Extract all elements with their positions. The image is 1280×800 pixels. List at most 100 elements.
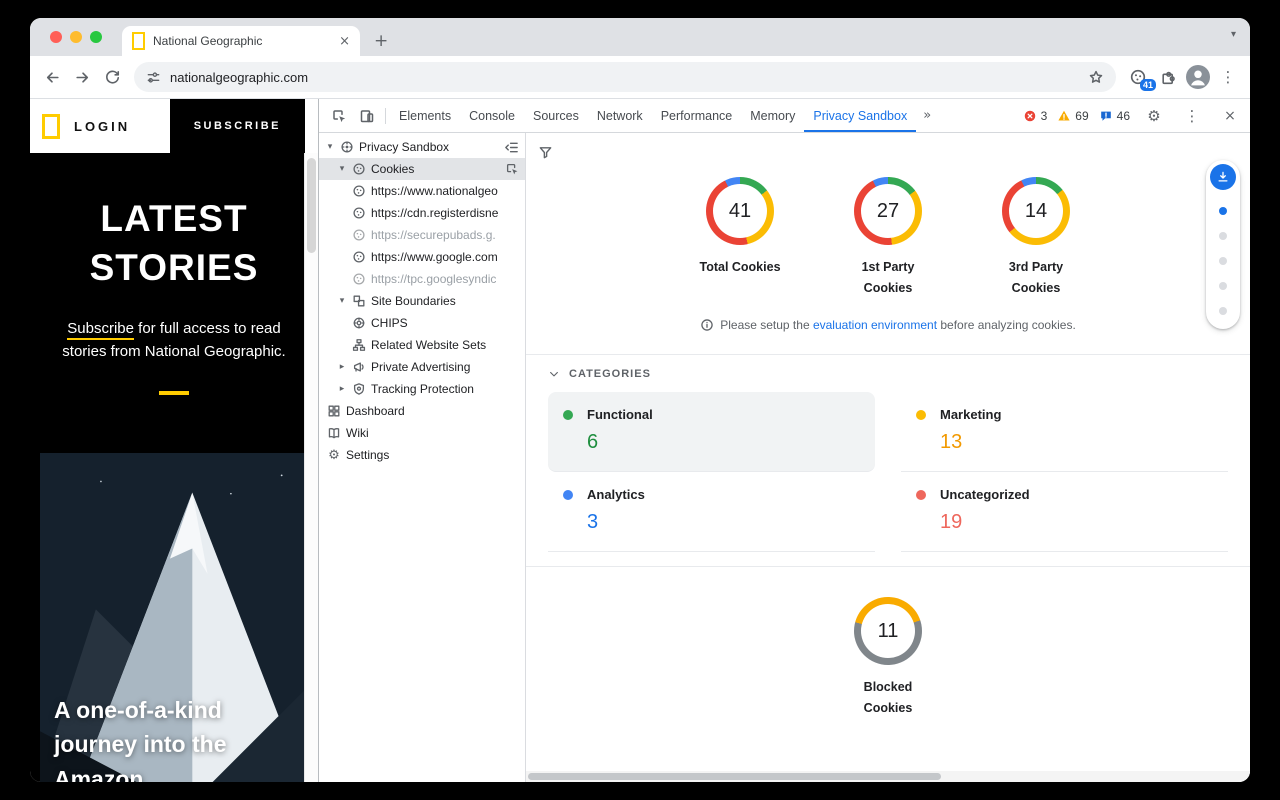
caret-down-icon[interactable]: ▾ [337, 164, 347, 174]
close-window-button[interactable] [50, 31, 62, 43]
categories-grid: Functional 6 Marketing 13 [526, 388, 1250, 552]
tab-console[interactable]: Console [460, 100, 524, 132]
devtools-settings-button[interactable]: ⚙ [1140, 103, 1168, 129]
subscribe-text-link[interactable]: Subscribe [67, 320, 134, 340]
sidebar-item-privacy-sandbox[interactable]: ▾ Privacy Sandbox [319, 136, 525, 158]
caret-right-icon[interactable]: ▸ [337, 362, 347, 372]
filter-funnel-icon[interactable] [538, 145, 553, 160]
sidebar-item-cookie-origin[interactable]: https://securepubads.g. [319, 224, 525, 246]
subscribe-button[interactable]: SUBSCRIBE [170, 99, 305, 153]
devtools-close-button[interactable]: × [1216, 103, 1244, 129]
categories-header[interactable]: CATEGORIES [526, 355, 1250, 388]
more-tabs-button[interactable]: » [916, 108, 938, 123]
login-link[interactable]: LOGIN [74, 119, 130, 134]
category-uncategorized[interactable]: Uncategorized 19 [901, 472, 1228, 552]
sidebar-item-cookie-origin[interactable]: https://cdn.registerdisne [319, 202, 525, 224]
tab-close-icon[interactable]: × [339, 34, 350, 49]
evaluation-environment-link[interactable]: evaluation environment [813, 318, 937, 332]
categories-section: CATEGORIES Functional 6 [526, 354, 1250, 552]
category-count: 13 [940, 431, 1213, 454]
tab-elements[interactable]: Elements [390, 100, 460, 132]
tab-memory[interactable]: Memory [741, 100, 804, 132]
device-toolbar-button[interactable] [353, 103, 381, 129]
sidebar-item-tracking-protection[interactable]: ▸ Tracking Protection [319, 378, 525, 400]
sidebar-item-cookie-origin[interactable]: https://www.google.com [319, 246, 525, 268]
reload-button[interactable] [98, 63, 126, 91]
warning-counter[interactable]: 69 [1057, 109, 1088, 123]
error-icon [1023, 109, 1037, 123]
rail-step-dot[interactable] [1219, 232, 1227, 240]
address-bar[interactable]: nationalgeographic.com [134, 62, 1116, 92]
sidebar-item-related-website-sets[interactable]: Related Website Sets [319, 334, 525, 356]
extensions-button[interactable] [1154, 63, 1182, 91]
devtools-body: ▾ Privacy Sandbox ▾ Cookies [319, 133, 1250, 782]
bookmark-star-icon[interactable] [1088, 69, 1104, 85]
issues-count: 46 [1117, 109, 1130, 123]
rail-step-dot[interactable] [1219, 257, 1227, 265]
browser-tab[interactable]: National Geographic × [122, 26, 360, 56]
sidebar-item-chips[interactable]: CHIPS [319, 312, 525, 334]
sidebar-item-settings[interactable]: ⚙ Settings [319, 444, 525, 466]
rail-step-dot[interactable] [1219, 307, 1227, 315]
rail-step-dot-active[interactable] [1219, 207, 1227, 215]
sidebar-item-dashboard[interactable]: Dashboard [319, 400, 525, 422]
caret-down-icon[interactable]: ▾ [337, 296, 347, 306]
horizontal-scrollbar-thumb[interactable] [528, 773, 941, 780]
inspect-frame-button[interactable] [505, 162, 525, 176]
tab-strip: National Geographic × + ▾ [30, 18, 1250, 56]
tab-strip-chevron-icon[interactable]: ▾ [1231, 29, 1236, 40]
privacy-extension-button[interactable]: 41 [1124, 63, 1152, 91]
issues-counter[interactable]: 46 [1099, 109, 1130, 123]
third-party-cookies-value: 14 [1009, 184, 1063, 238]
devtools-panel: Elements Console Sources Network Perform… [318, 99, 1250, 782]
warning-icon [1057, 109, 1071, 123]
zoom-window-button[interactable] [90, 31, 102, 43]
horizontal-scrollbar[interactable] [526, 771, 1250, 782]
error-counter[interactable]: 3 [1023, 109, 1048, 123]
inspect-element-button[interactable] [325, 103, 353, 129]
profile-button[interactable] [1184, 63, 1212, 91]
rail-step-dot[interactable] [1219, 282, 1227, 290]
browser-menu-button[interactable]: ⋮ [1214, 63, 1242, 91]
sidebar-item-cookie-origin[interactable]: https://tpc.googlesyndic [319, 268, 525, 290]
sidebar-item-cookies[interactable]: ▾ Cookies [319, 158, 525, 180]
page-scrollbar-thumb[interactable] [307, 158, 316, 253]
analytics-dot-icon [563, 490, 573, 500]
sidebar-item-wiki[interactable]: Wiki [319, 422, 525, 444]
minimize-window-button[interactable] [70, 31, 82, 43]
tab-sources[interactable]: Sources [524, 100, 588, 132]
collapse-sidebar-button[interactable] [504, 140, 525, 155]
caret-down-icon[interactable]: ▾ [325, 142, 335, 152]
blocked-cookies-label: Blocked Cookies [841, 677, 935, 718]
third-party-cookies-summary: 14 3rd Party Cookies [989, 177, 1083, 298]
tab-privacy-sandbox[interactable]: Privacy Sandbox [804, 100, 916, 132]
browser-toolbar: nationalgeographic.com 41 ⋮ [30, 56, 1250, 99]
sidebar-label: https://cdn.registerdisne [371, 206, 498, 220]
sidebar-item-cookie-origin[interactable]: https://www.nationalgeo [319, 180, 525, 202]
category-marketing[interactable]: Marketing 13 [901, 392, 1228, 472]
natgeo-logo[interactable] [42, 114, 60, 139]
shield-icon [352, 382, 366, 396]
new-tab-button[interactable]: + [374, 33, 388, 50]
tab-performance[interactable]: Performance [652, 100, 742, 132]
back-button[interactable] [38, 63, 66, 91]
forward-button[interactable] [68, 63, 96, 91]
dashboard-grid-icon [327, 404, 341, 418]
collapse-panel-icon [504, 140, 519, 155]
devtools-menu-button[interactable]: ⋮ [1178, 103, 1206, 129]
sidebar-item-private-advertising[interactable]: ▸ Private Advertising [319, 356, 525, 378]
site-settings-tune-icon[interactable] [146, 70, 161, 85]
category-functional[interactable]: Functional 6 [548, 392, 875, 472]
sidebar-item-site-boundaries[interactable]: ▾ Site Boundaries [319, 290, 525, 312]
caret-right-icon[interactable]: ▸ [337, 384, 347, 394]
page-scrollbar[interactable] [304, 153, 318, 782]
download-report-button[interactable] [1210, 164, 1236, 190]
privacy-sandbox-sidebar: ▾ Privacy Sandbox ▾ Cookies [319, 133, 526, 782]
page-title: LATEST STORIES [30, 195, 318, 293]
category-analytics[interactable]: Analytics 3 [548, 472, 875, 552]
tab-network[interactable]: Network [588, 100, 652, 132]
browser-window: National Geographic × + ▾ nationalgeogra… [30, 18, 1250, 782]
devtools-tabbar: Elements Console Sources Network Perform… [319, 99, 1250, 133]
inspect-cursor-icon [331, 108, 347, 124]
natgeo-favicon [132, 32, 145, 50]
